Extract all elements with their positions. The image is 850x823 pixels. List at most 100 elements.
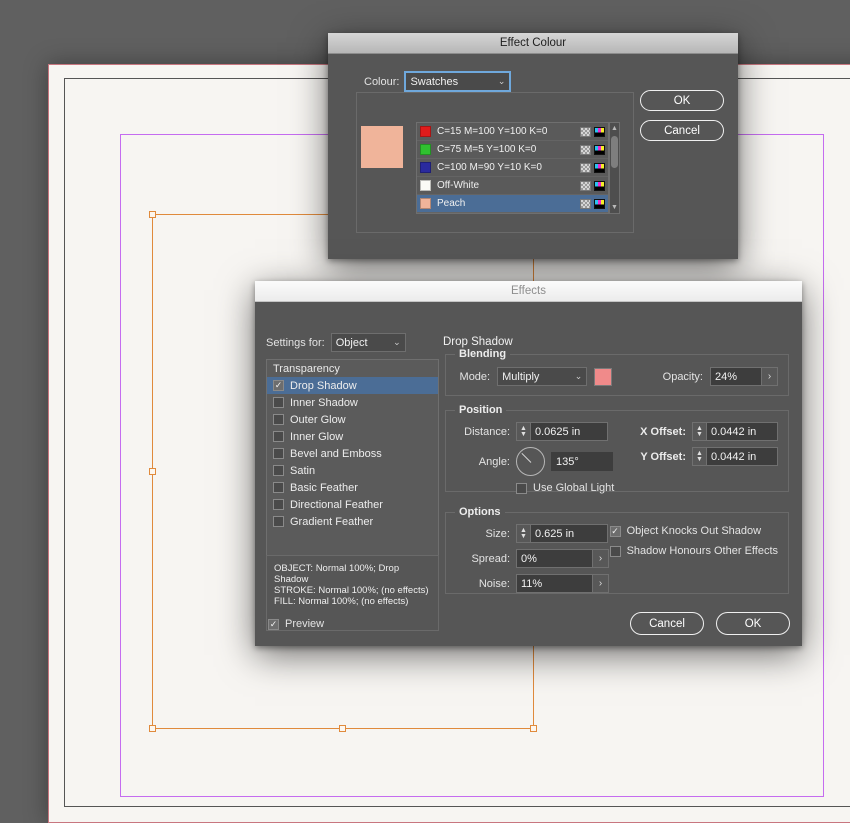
settings-for-row: Settings for: Object ⌄: [266, 333, 406, 352]
swatch-name: C=15 M=100 Y=100 K=0: [437, 126, 548, 137]
size-control[interactable]: ▲ ▼ 0.625 in: [516, 524, 608, 543]
tint-checkerboard-icon: [580, 198, 591, 209]
size-field[interactable]: 0.625 in: [530, 524, 608, 543]
effect-item-directional-feather[interactable]: Directional Feather: [267, 496, 438, 513]
options-group-title: Options: [455, 506, 505, 518]
swatch-list[interactable]: C=15 M=100 Y=100 K=0 C=75 M=5 Y=100 K=0 …: [416, 122, 609, 214]
effect-item-label: Bevel and Emboss: [290, 447, 382, 460]
checkbox-basic-feather[interactable]: [273, 482, 284, 493]
checkbox-directional-feather[interactable]: [273, 499, 284, 510]
checkbox-object-knocks-out-shadow[interactable]: ✓: [609, 525, 621, 537]
effect-item-inner-shadow[interactable]: Inner Shadow: [267, 394, 438, 411]
scroll-down-arrow-icon[interactable]: ▼: [611, 202, 618, 213]
scroll-up-arrow-icon[interactable]: ▲: [611, 123, 618, 134]
checkbox-inner-shadow[interactable]: [273, 397, 284, 408]
swatch-colour-chip: [420, 162, 431, 173]
checkbox-inner-glow[interactable]: [273, 431, 284, 442]
angle-field[interactable]: 135°: [551, 452, 613, 471]
effects-footer-buttons: Cancel OK: [630, 612, 790, 635]
effect-item-satin[interactable]: Satin: [267, 462, 438, 479]
noise-flyout-arrow-icon[interactable]: ›: [593, 574, 609, 593]
effect-colour-cancel-button[interactable]: Cancel: [640, 120, 724, 141]
effects-titlebar[interactable]: Effects: [255, 281, 802, 302]
swatch-list-item[interactable]: C=100 M=90 Y=10 K=0: [417, 159, 608, 177]
x-offset-stepper[interactable]: ▲ ▼: [692, 422, 706, 441]
spread-control[interactable]: 0% ›: [516, 549, 609, 568]
swatch-list-item[interactable]: C=75 M=5 Y=100 K=0: [417, 141, 608, 159]
shadow-honours-other-effects-label: Shadow Honours Other Effects: [626, 545, 778, 557]
checkbox-outer-glow[interactable]: [273, 414, 284, 425]
blending-group: Blending Mode: Multiply ⌄ Opacity: 24% ›: [445, 348, 789, 396]
noise-control[interactable]: 11% ›: [516, 574, 609, 593]
spread-flyout-arrow-icon[interactable]: ›: [593, 549, 609, 568]
swatch-colour-chip: [420, 180, 431, 191]
opacity-flyout-arrow-icon[interactable]: ›: [762, 367, 778, 386]
checkbox-bevel-and-emboss[interactable]: [273, 448, 284, 459]
effect-item-bevel-and-emboss[interactable]: Bevel and Emboss: [267, 445, 438, 462]
swatch-icons: [580, 126, 605, 137]
blend-mode-select[interactable]: Multiply ⌄: [497, 367, 588, 386]
spread-field[interactable]: 0%: [516, 549, 593, 568]
object-knocks-out-shadow-label: Object Knocks Out Shadow: [626, 525, 762, 537]
settings-for-value: Object: [335, 336, 368, 349]
effect-item-gradient-feather[interactable]: Gradient Feather: [267, 513, 438, 530]
colour-label: Colour:: [364, 75, 400, 88]
effects-cancel-button[interactable]: Cancel: [630, 612, 704, 635]
effect-item-outer-glow[interactable]: Outer Glow: [267, 411, 438, 428]
effect-colour-buttons: OK Cancel: [640, 90, 724, 141]
settings-for-select[interactable]: Object ⌄: [330, 333, 406, 352]
opacity-control[interactable]: 24% ›: [710, 367, 778, 386]
checkbox-shadow-honours-other-effects[interactable]: [609, 545, 621, 557]
effect-colour-ok-button[interactable]: OK: [640, 90, 724, 111]
colour-preview-swatch: [361, 126, 403, 168]
swatch-colour-chip: [420, 198, 431, 209]
x-offset-label: X Offset:: [640, 425, 686, 438]
size-stepper[interactable]: ▲ ▼: [516, 524, 530, 543]
preview-label: Preview: [285, 618, 325, 630]
distance-control[interactable]: ▲ ▼ 0.0625 in: [516, 422, 608, 441]
size-label: Size:: [485, 527, 510, 540]
swatch-icons: [580, 162, 605, 173]
swatch-list-item[interactable]: C=15 M=100 Y=100 K=0: [417, 123, 608, 141]
y-offset-control[interactable]: ▲ ▼ 0.0442 in: [692, 447, 778, 466]
checkbox-use-global-light[interactable]: [516, 482, 527, 494]
x-offset-field[interactable]: 0.0442 in: [706, 422, 778, 441]
effect-item-basic-feather[interactable]: Basic Feather: [267, 479, 438, 496]
colour-mode-select[interactable]: Swatches ⌄: [405, 72, 511, 91]
x-offset-control[interactable]: ▲ ▼ 0.0442 in: [692, 422, 778, 441]
effect-item-drop-shadow[interactable]: ✓ Drop Shadow: [267, 377, 438, 394]
effects-ok-button[interactable]: OK: [716, 612, 790, 635]
opacity-field[interactable]: 24%: [710, 367, 762, 386]
use-global-light-label: Use Global Light: [533, 482, 615, 494]
stepper-down-icon: ▼: [696, 455, 703, 463]
y-offset-field[interactable]: 0.0442 in: [706, 447, 778, 466]
options-group: Options Size: ▲ ▼ 0.625 in Spread: 0% › …: [445, 506, 789, 594]
y-offset-stepper[interactable]: ▲ ▼: [692, 447, 706, 466]
stepper-down-icon: ▼: [696, 430, 703, 438]
scrollbar-thumb[interactable]: [611, 136, 618, 168]
checkbox-satin[interactable]: [273, 465, 284, 476]
effect-colour-titlebar[interactable]: Effect Colour: [328, 33, 738, 54]
swatch-list-item-selected[interactable]: Peach: [417, 195, 608, 213]
swatch-list-item[interactable]: Off-White: [417, 177, 608, 195]
noise-field[interactable]: 11%: [516, 574, 593, 593]
effects-list[interactable]: Transparency ✓ Drop Shadow Inner Shadow …: [266, 359, 439, 571]
checkbox-preview[interactable]: ✓: [268, 618, 279, 630]
effect-item-inner-glow[interactable]: Inner Glow: [267, 428, 438, 445]
checkbox-drop-shadow[interactable]: ✓: [273, 380, 284, 391]
distance-stepper[interactable]: ▲ ▼: [516, 422, 530, 441]
effects-dialog[interactable]: Effects Settings for: Object ⌄ Transpare…: [255, 281, 802, 646]
blend-colour-swatch-button[interactable]: [594, 367, 612, 386]
angle-dial[interactable]: [516, 447, 545, 476]
colour-mode-value: Swatches: [410, 75, 459, 88]
blending-group-title: Blending: [455, 348, 511, 360]
swatch-list-scrollbar[interactable]: ▲ ▼: [609, 122, 620, 214]
mode-label: Mode:: [459, 370, 491, 383]
distance-field[interactable]: 0.0625 in: [530, 422, 608, 441]
effects-title: Effects: [511, 285, 546, 297]
checkbox-gradient-feather[interactable]: [273, 516, 284, 527]
swatch-colour-chip: [420, 126, 431, 137]
effect-colour-dialog[interactable]: Effect Colour Colour: Swatches ⌄ C=15 M=…: [328, 33, 738, 259]
preview-row[interactable]: ✓ Preview: [268, 618, 324, 630]
chevron-down-icon: ⌄: [574, 371, 583, 381]
